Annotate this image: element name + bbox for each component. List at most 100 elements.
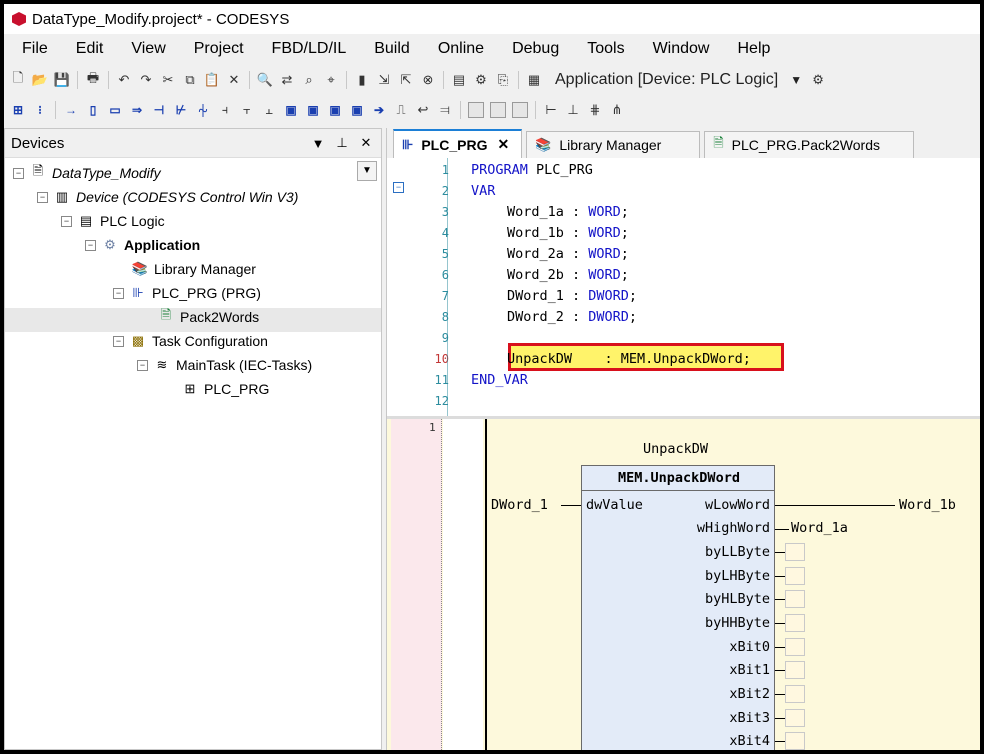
empty-output-box[interactable] xyxy=(785,590,805,608)
tree-item-library-manager[interactable]: 📚 Library Manager xyxy=(131,258,256,280)
menu-help[interactable]: Help xyxy=(719,40,780,58)
collapse-toggle-icon[interactable]: − xyxy=(61,215,72,227)
insert-parallel-contact-icon[interactable]: ⫞ xyxy=(217,102,233,118)
next-bookmark-icon[interactable]: ⇲ xyxy=(376,72,392,88)
tab-library-manager[interactable]: 📚 Library Manager xyxy=(526,131,701,158)
build-icon[interactable]: ⚙ xyxy=(473,72,489,88)
insert-output-icon[interactable]: ▣ xyxy=(305,102,321,118)
menu-tools[interactable]: Tools xyxy=(569,40,634,58)
collapse-toggle-icon[interactable]: − xyxy=(113,335,124,347)
find-icon[interactable]: 🔍 xyxy=(257,72,273,88)
negate-icon[interactable] xyxy=(468,102,484,118)
menu-debug[interactable]: Debug xyxy=(494,40,569,58)
empty-output-box[interactable] xyxy=(785,709,805,727)
device-config-icon[interactable]: ▦ xyxy=(526,72,542,88)
close-tab-icon[interactable]: ✕ xyxy=(497,136,509,153)
collapse-toggle-icon[interactable]: − xyxy=(113,287,124,299)
insert-label-icon[interactable]: ⎍ xyxy=(393,102,409,118)
print-icon[interactable]: 🖶 xyxy=(85,70,101,88)
tree-item-application[interactable]: − ⚙ Application xyxy=(85,234,200,256)
menu-build[interactable]: Build xyxy=(356,40,420,58)
ladder-branch-open-icon[interactable]: ⊢ xyxy=(543,102,559,118)
save-icon[interactable]: 💾 xyxy=(54,72,70,88)
collapse-toggle-icon[interactable]: − xyxy=(137,359,148,371)
output-variable-word-1a[interactable]: Word_1a xyxy=(791,520,848,536)
ladder-branch-close-icon[interactable]: ⊥ xyxy=(565,102,581,118)
insert-coil-icon[interactable]: ⏆ xyxy=(195,102,211,118)
ladder-series-icon[interactable]: ⋔ xyxy=(609,102,625,118)
collapse-toggle-icon[interactable]: − xyxy=(85,239,96,251)
insert-input-icon[interactable]: ▣ xyxy=(283,102,299,118)
cut-icon[interactable]: ✂ xyxy=(160,72,176,88)
tree-dropdown-chevron-icon[interactable]: ▼ xyxy=(357,161,377,181)
tree-item-project[interactable]: − 🗎 DataType_Modify xyxy=(13,162,161,184)
function-block[interactable]: MEM.UnpackDWord dwValue wLowWord wHighWo… xyxy=(581,465,775,750)
insert-jump-icon[interactable]: ⇒ xyxy=(129,102,145,118)
insert-set-icon[interactable]: ▣ xyxy=(327,102,343,118)
insert-box-en-icon[interactable]: ▭ xyxy=(107,102,123,118)
menu-project[interactable]: Project xyxy=(176,40,254,58)
fb-instance-name[interactable]: UnpackDW xyxy=(643,441,708,457)
empty-output-box[interactable] xyxy=(785,732,805,750)
empty-output-box[interactable] xyxy=(785,543,805,561)
paste-icon[interactable]: 📋 xyxy=(204,72,220,88)
find-previous-icon[interactable]: ⌖ xyxy=(323,72,339,88)
menu-file[interactable]: File xyxy=(4,40,58,58)
tree-item-task-configuration[interactable]: − ▩ Task Configuration xyxy=(113,330,268,352)
menu-online[interactable]: Online xyxy=(420,40,494,58)
new-project-icon[interactable]: 🗋 xyxy=(10,70,26,88)
undo-icon[interactable]: ↶ xyxy=(116,72,132,88)
insert-contact-icon[interactable]: ⊣ xyxy=(151,102,167,118)
collapse-toggle-icon[interactable]: − xyxy=(13,167,24,179)
panel-menu-chevron-icon[interactable]: ▼ xyxy=(309,136,327,151)
insert-network-icon[interactable]: ⊞ xyxy=(10,102,26,118)
generate-code-icon[interactable]: ⎘ xyxy=(495,72,511,88)
insert-reset-icon[interactable]: ▣ xyxy=(349,102,365,118)
insert-parallel-negated-icon[interactable]: ⫟ xyxy=(239,102,255,118)
tree-item-maintask[interactable]: − ≋ MainTask (IEC-Tasks) xyxy=(137,354,312,376)
pin-icon[interactable]: ⊥ xyxy=(333,135,351,151)
empty-output-box[interactable] xyxy=(785,661,805,679)
empty-output-box[interactable] xyxy=(785,567,805,585)
tree-item-device[interactable]: − ▥ Device (CODESYS Control Win V3) xyxy=(37,186,298,208)
fold-toggle-icon[interactable]: − xyxy=(393,182,404,193)
insert-return-icon[interactable]: ↩ xyxy=(415,102,431,118)
open-project-icon[interactable]: 📂 xyxy=(32,72,48,88)
insert-assignment-icon[interactable]: → xyxy=(63,102,79,118)
fbd-implementation-editor[interactable]: 1 UnpackDW DWord_1 MEM.UnpackDWord dwVal… xyxy=(387,419,980,750)
tree-item-plc-prg-call[interactable]: ⊞ PLC_PRG xyxy=(181,378,270,400)
empty-output-box[interactable] xyxy=(785,614,805,632)
insert-branch-icon[interactable]: ⫠ xyxy=(261,102,277,118)
clear-bookmarks-icon[interactable]: ⊗ xyxy=(420,72,436,88)
window-list-icon[interactable]: ▤ xyxy=(451,72,467,88)
tab-plc-prg[interactable]: ⊪ PLC_PRG ✕ xyxy=(393,129,523,158)
tree-item-plc-logic[interactable]: − ▤ PLC Logic xyxy=(61,210,165,232)
insert-negated-contact-icon[interactable]: ⊬ xyxy=(173,102,189,118)
insert-comment-icon[interactable]: ⁝ xyxy=(32,102,48,118)
active-application-selector[interactable]: Application [Device: PLC Logic] ▼ xyxy=(555,71,802,89)
menu-view[interactable]: View xyxy=(113,40,175,58)
tree-item-plc-prg[interactable]: − ⊪ PLC_PRG (PRG) xyxy=(113,282,261,304)
replace-icon[interactable]: ⇄ xyxy=(279,72,295,88)
declaration-editor[interactable]: 1 2 3 4 5 6 7 8 9 10 11 12 − PROGRAM PLC… xyxy=(387,158,980,419)
ladder-parallel-icon[interactable]: ⋕ xyxy=(587,102,603,118)
bookmark-icon[interactable]: ▮ xyxy=(354,72,370,88)
menu-window[interactable]: Window xyxy=(635,40,720,58)
login-icon[interactable]: ⚙ xyxy=(810,72,826,88)
output-variable-word-1b[interactable]: Word_1b xyxy=(899,497,956,513)
copy-icon[interactable]: ⧉ xyxy=(182,72,198,88)
tree-item-pack2words[interactable]: 🗎 Pack2Words xyxy=(157,306,259,328)
close-icon[interactable]: ✕ xyxy=(357,135,375,151)
set-reset-icon[interactable] xyxy=(512,102,528,118)
menu-edit[interactable]: Edit xyxy=(58,40,114,58)
tab-plc-prg-pack2words[interactable]: 🗎 PLC_PRG.Pack2Words xyxy=(704,131,915,158)
edge-detect-icon[interactable] xyxy=(490,102,506,118)
find-next-icon[interactable]: ⌕ xyxy=(301,72,317,88)
collapse-toggle-icon[interactable]: − xyxy=(37,191,48,203)
empty-output-box[interactable] xyxy=(785,638,805,656)
insert-arrow-icon[interactable]: ➔ xyxy=(371,102,387,118)
menu-fbd-ld-il[interactable]: FBD/LD/IL xyxy=(254,40,357,58)
previous-bookmark-icon[interactable]: ⇱ xyxy=(398,72,414,88)
insert-box-icon[interactable]: ▯ xyxy=(85,102,101,118)
redo-icon[interactable]: ↷ xyxy=(138,72,154,88)
